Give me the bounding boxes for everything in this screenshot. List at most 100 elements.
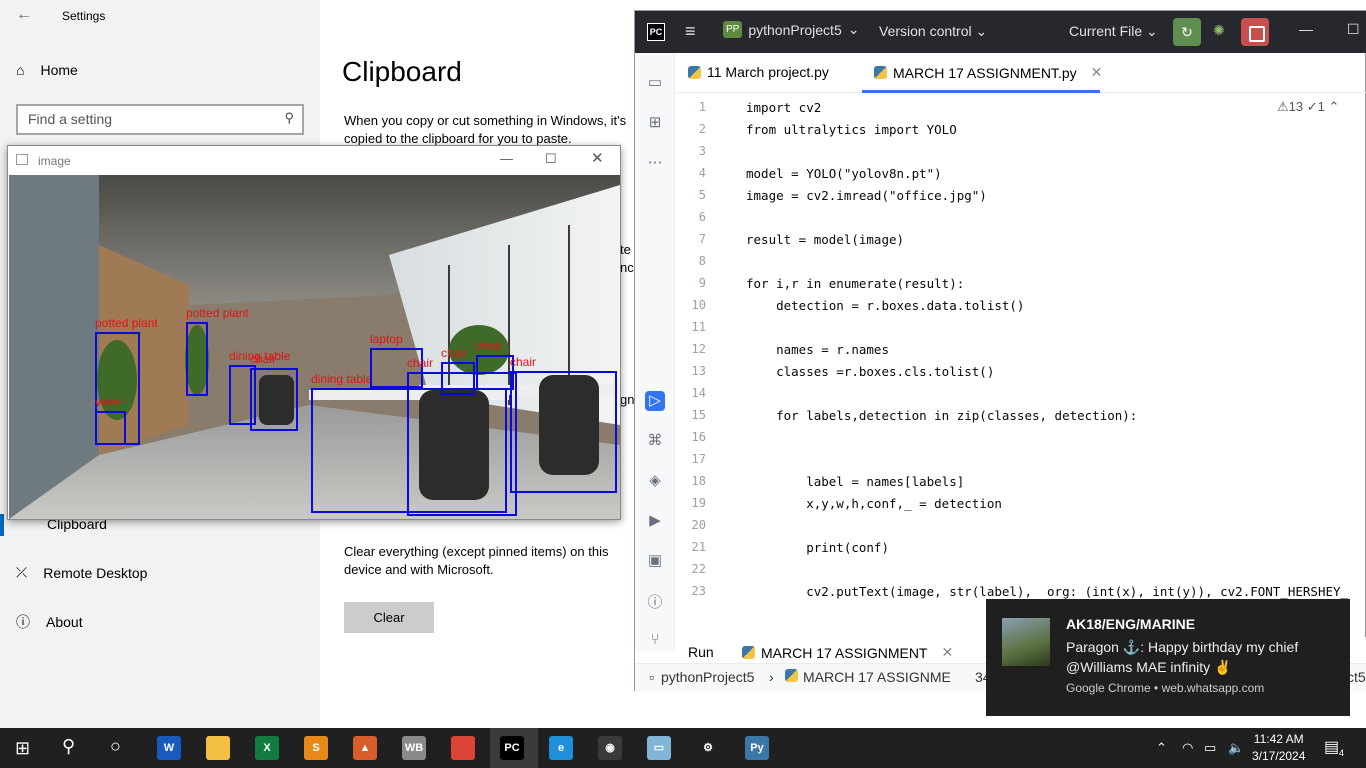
search-icon[interactable]: ⚲ [284,110,294,126]
home-label: Home [40,62,78,78]
warning-count: 13 [1288,99,1304,114]
git-icon[interactable]: ⑂ [645,631,665,651]
image-window-titlebar[interactable]: image — ☐ ✕ [8,146,620,175]
breadcrumb-file[interactable]: MARCH 17 ASSIGNME [803,669,951,685]
rerun-icon[interactable]: ↻ [1173,18,1201,46]
code-line[interactable]: import cv2 [746,100,821,115]
debug-icon[interactable]: ✺ [1213,22,1225,39]
line-number: 13 [691,364,706,378]
notification-center-icon[interactable]: ▤ [1324,737,1339,757]
detection-box [250,368,298,431]
detection-box [95,411,126,445]
version-control-menu[interactable]: Version control ⌄ [879,23,987,40]
sidebar-item-home[interactable]: ⌂ Home [16,62,78,78]
pycharm-app-icon[interactable]: PC [500,736,524,760]
code-editor[interactable]: 1 import cv2 2 from ultralytics import YOLO… [676,94,1366,607]
chrome-app-icon[interactable] [451,736,475,760]
taskbar: ⊞ ⚲ ○ W X S ▲ WB PC e ◉ ▭ ⚙ Py ⌃ ◠ ▭ 🔈 11:42 AM 3/… [0,728,1366,768]
more-icon[interactable]: ⋯ [645,153,665,173]
search-icon[interactable]: ⚲ [62,736,75,757]
detection-label: chair [510,355,537,369]
sublime-app-icon[interactable]: S [304,736,328,760]
detection-label: laptop [370,332,403,346]
project-selector[interactable]: PP pythonProject5 ⌄ [723,21,859,38]
close-icon[interactable]: ✕ [941,644,953,661]
maximize-icon[interactable]: ☐ [1347,21,1360,38]
services-icon[interactable]: ▶ [645,511,665,531]
sidebar-item-remote-desktop[interactable]: ⤫ Remote Desktop [16,564,147,581]
text-fragment: gn [620,392,635,407]
excel-app-icon[interactable]: X [255,736,279,760]
code-line[interactable]: result = model(image) [746,232,904,247]
detection-label: chair [476,339,503,353]
maximize-icon[interactable]: ☐ [545,151,557,167]
python-console-icon[interactable]: ⌘ [645,431,665,451]
run-label[interactable]: Run [688,644,714,660]
breadcrumb-separator: › [769,669,774,685]
battery-icon[interactable]: ▭ [1204,740,1216,756]
notepad-app-icon[interactable]: ▭ [647,736,671,760]
code-line[interactable]: for i,r in enumerate(result): [746,276,964,291]
inspection-widget[interactable]: ⚠13 ✓1 ⌃ [1277,99,1339,115]
breadcrumb-project[interactable]: pythonProject5 [661,669,754,685]
clear-button[interactable]: Clear [344,602,434,633]
code-line[interactable]: label = names[labels] [746,474,964,489]
problems-icon[interactable]: ⓘ [645,591,665,611]
run-icon[interactable]: ▷ [645,391,665,411]
folder-icon[interactable]: ▭ [645,73,665,93]
detection-box [407,372,517,516]
hamburger-menu-icon[interactable]: ≡ [685,21,696,42]
code-line[interactable]: from ultralytics import YOLO [746,122,957,137]
line-number: 18 [691,474,706,488]
notification-toast[interactable]: AK18/ENG/MARINE Paragon ⚓: Happy birthda… [986,599,1350,716]
python-app-icon[interactable]: Py [745,736,769,760]
windows-start-icon[interactable]: ⊞ [15,738,30,759]
matlab-app-icon[interactable]: ▲ [353,736,377,760]
code-line[interactable]: x,y,w,h,conf,_ = detection [746,496,1002,511]
tab-close-icon[interactable]: ✕ [1091,64,1103,81]
layers-icon[interactable]: ◈ [645,471,665,491]
search-input[interactable]: Find a setting ⚲ [16,104,304,135]
back-arrow-icon[interactable]: ← [16,6,32,24]
terminal-icon[interactable]: ▣ [645,551,665,571]
check-count: 1 [1317,99,1325,114]
line-number: 19 [691,496,706,510]
code-line[interactable]: detection = r.boxes.data.tolist() [746,298,1024,313]
tab-11-march-project[interactable]: 11 March project.py [688,64,829,80]
clock[interactable]: 11:42 AM 3/17/2024 [1252,731,1305,765]
edge-app-icon[interactable]: e [549,736,573,760]
tool-window-bar: ▭ ⊞ ⋯ ▷ ⌘ ◈ ▶ ▣ ⓘ ⑂ [635,53,675,651]
pycharm-logo: PC [647,23,665,41]
file-explorer-app-icon[interactable] [206,736,230,760]
close-icon[interactable]: ✕ [591,149,604,167]
settings-app-icon[interactable]: ⚙ [696,736,720,760]
code-line[interactable]: names = r.names [746,342,889,357]
line-number: 16 [691,430,706,444]
word-app-icon[interactable]: W [157,736,181,760]
workbench-app-icon[interactable]: WB [402,736,426,760]
sidebar-item-about[interactable]: ⓘ About [16,612,83,632]
line-number: 8 [698,254,706,268]
minimize-icon[interactable]: — [500,151,513,166]
obs-app-icon[interactable]: ◉ [598,736,622,760]
cortana-icon[interactable]: ○ [110,736,121,757]
structure-icon[interactable]: ⊞ [645,113,665,133]
minimize-icon[interactable]: — [1299,21,1313,37]
run-config-selector[interactable]: Current File ⌄ [1069,23,1158,40]
tab-march-17-assignment[interactable]: MARCH 17 ASSIGNMENT.py ✕ [874,64,1102,81]
code-line[interactable]: model = YOLO("yolov8n.pt") [746,166,942,181]
python-file-icon [688,65,701,79]
chevron-up-icon[interactable]: ⌃ [1156,740,1167,756]
code-line[interactable]: image = cv2.imread("office.jpg") [746,188,987,203]
code-line[interactable]: classes =r.boxes.cls.tolist() [746,364,994,379]
code-line[interactable]: print(conf) [746,540,889,555]
code-line[interactable]: for labels,detection in zip(classes, det… [746,408,1137,423]
line-number: 1 [698,100,706,114]
code-line[interactable]: cv2.putText(image, str(label), org: (int… [746,584,1348,599]
chevron-down-icon: ⌄ [847,21,860,37]
line-number: 5 [698,188,706,202]
network-icon[interactable]: ◠ [1182,740,1193,756]
stop-button[interactable] [1241,18,1269,46]
run-tab[interactable]: MARCH 17 ASSIGNMENT ✕ [742,644,953,661]
volume-icon[interactable]: 🔈 [1228,740,1244,756]
